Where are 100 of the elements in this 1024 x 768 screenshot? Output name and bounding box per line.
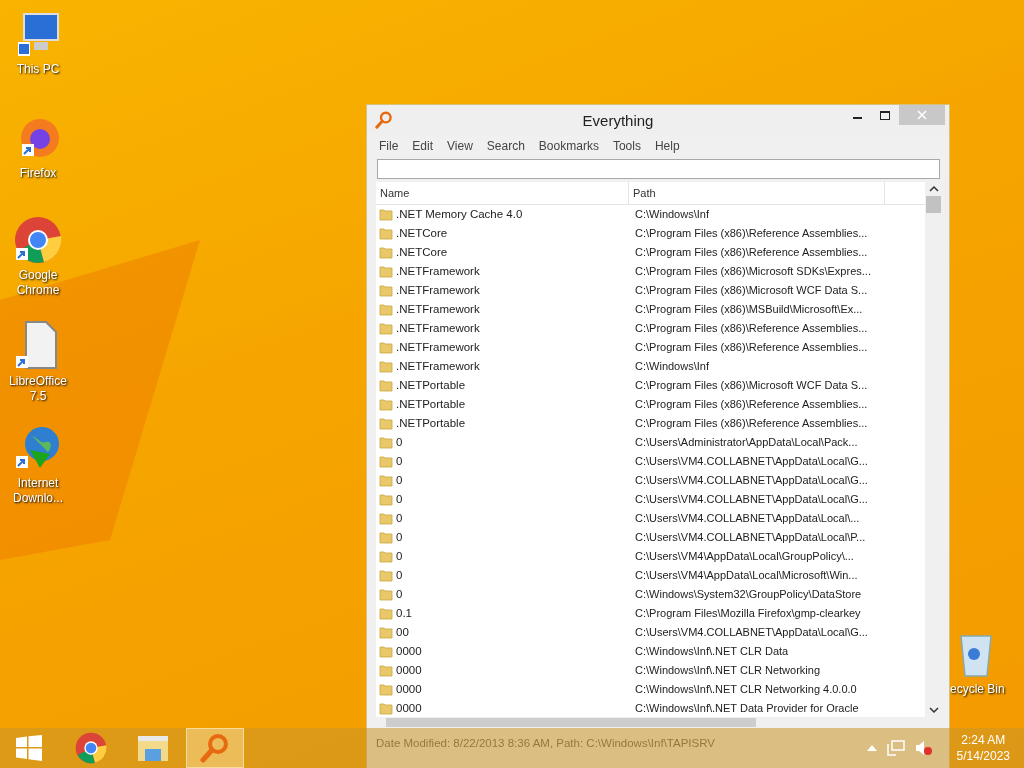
folder-icon — [379, 359, 393, 374]
folder-icon — [379, 321, 393, 336]
table-cell: 0 — [396, 587, 403, 600]
table-cell-text: C:\Program Files (x86)\Reference Assemblies... — [634, 246, 869, 259]
table-cell: 0 — [396, 436, 403, 449]
table-cell-text: C:\Program Files (x86)\MSBuild\Microsoft\Ex... — [634, 303, 864, 316]
scrollbar-thumb[interactable] — [386, 718, 756, 727]
folder-icon — [379, 416, 393, 431]
folder-icon — [379, 283, 393, 298]
table-cell: 0000 — [396, 663, 422, 676]
menu-item[interactable]: Search — [479, 139, 532, 153]
menu-item[interactable]: Bookmarks — [531, 139, 606, 153]
folder-icon — [379, 397, 393, 412]
table-cell-text: C:\Program Files (x86)\Reference Assemblies... — [634, 341, 869, 354]
folder-icon — [379, 511, 393, 525]
folder-icon — [379, 529, 393, 544]
folder-icon — [379, 340, 393, 355]
menu-item[interactable]: Tools — [605, 139, 648, 153]
table-cell-text: C:\Users\VM4.COLLABNET\AppData\Local\G... — [634, 455, 869, 468]
folder-icon — [379, 435, 393, 450]
table-cell: 00 — [396, 625, 409, 638]
table-cell: 0 — [396, 530, 403, 543]
table-cell-text: C:\Users\VM4.COLLABNET\AppData\Local\G... — [634, 493, 869, 505]
table-cell-text: C:\Users\VM4.COLLABNET\AppData\Local\G... — [634, 474, 869, 487]
table-cell-text: C:\Users\VM4\AppData\Local\Microsoft\Win... — [634, 568, 859, 581]
menu-item[interactable]: View — [440, 139, 480, 153]
table-cell: 0000 — [396, 682, 422, 695]
table-cell-text: C:\Program Files\Mozilla Firefox\gmp-clearkey — [634, 606, 862, 619]
table-cell-text: C:\Windows\Inf\.NET CLR Networking 4.0.0.0 — [634, 682, 858, 695]
folder-icon — [379, 662, 393, 677]
folder-icon — [379, 700, 393, 715]
window-title: Everything — [581, 111, 655, 129]
magnifier-icon — [200, 733, 230, 763]
folder-icon — [379, 473, 393, 488]
table-cell: .NETFramework — [396, 360, 480, 373]
table-cell: .NETFramework — [396, 322, 480, 335]
table-cell-text: C:\Windows\Inf — [634, 360, 710, 373]
search-field[interactable] — [377, 159, 940, 179]
table-cell: 0 — [396, 512, 403, 524]
scrollbar-thumb[interactable] — [926, 196, 941, 213]
table-cell-text: C:\Windows\System32\GroupPolicy\DataStore — [634, 587, 863, 600]
column-header[interactable]: Name — [376, 182, 629, 204]
table-cell-text: C:\Program Files (x86)\Reference Assemblies... — [634, 417, 869, 430]
table-cell-text: C:\Users\VM4.COLLABNET\AppData\Local\G... — [634, 625, 869, 638]
table-cell: .NETFramework — [396, 284, 480, 297]
folder-icon — [379, 681, 393, 696]
table-cell-text: C:\Program Files (x86)\Microsoft SDKs\Expres... — [634, 265, 872, 278]
table-cell: 0 — [396, 493, 403, 505]
folder-icon — [379, 624, 393, 639]
table-cell: .NETFramework — [396, 265, 480, 278]
windows-logo-icon — [16, 735, 42, 761]
table-cell: 0000 — [396, 644, 422, 657]
folder-icon — [379, 264, 393, 279]
folder-icon — [379, 226, 393, 241]
menu-item[interactable]: Edit — [405, 139, 441, 153]
folder-icon — [379, 548, 393, 563]
network-icon[interactable] — [886, 740, 905, 756]
column-header[interactable]: Path — [629, 182, 885, 204]
table-cell-text: C:\Windows\Inf\.NET CLR Networking — [634, 663, 822, 676]
folder-icon — [379, 586, 393, 601]
table-cell: 0 — [396, 568, 403, 581]
folder-icon — [379, 378, 393, 393]
table-cell-text: C:\Windows\Inf\.NET Data Provider for Oracle — [634, 701, 860, 714]
table-cell: .NETPortable — [396, 417, 466, 430]
folder-icon — [379, 454, 393, 469]
folder-icon — [379, 492, 393, 506]
recycle-bin-icon — [958, 632, 994, 678]
table-cell-text: C:\Program Files (x86)\Microsoft WCF Data S... — [634, 284, 869, 297]
minimize-icon — [852, 117, 862, 119]
menu-item[interactable]: Help — [647, 139, 687, 153]
table-cell-text: C:\Program Files (x86)\Reference Assemblies... — [634, 322, 869, 335]
table-cell-text: C:\Users\VM4.COLLABNET\AppData\Local\... — [634, 512, 861, 524]
close-icon — [917, 110, 927, 120]
chrome-icon — [75, 732, 107, 764]
maximize-icon — [880, 110, 890, 120]
table-cell: 0 — [396, 455, 403, 468]
chrome-icon — [14, 216, 62, 264]
table-cell-text: C:\Windows\Inf — [634, 208, 710, 221]
table-cell-text: C:\Users\VM4\AppData\Local\GroupPolicy\... — [634, 549, 855, 562]
table-cell: 0.1 — [396, 606, 412, 619]
table-cell: .NETCore — [396, 227, 448, 240]
menu-item[interactable]: File — [372, 139, 406, 153]
table-cell: 0 — [396, 474, 403, 487]
magnifier-icon — [375, 111, 393, 129]
table-cell: .NETCore — [396, 246, 448, 259]
folder-icon — [379, 643, 393, 658]
table-cell: .NETFramework — [396, 341, 480, 354]
table-cell: 0000 — [396, 701, 422, 714]
taskbar-button[interactable] — [186, 728, 244, 768]
table-cell: .NETPortable — [396, 398, 466, 411]
chevron-up-icon[interactable] — [866, 745, 877, 751]
table-cell-text: C:\Windows\Inf\.NET CLR Data — [634, 644, 790, 657]
table-cell: .NETFramework — [396, 303, 480, 316]
table-cell-text: C:\Program Files (x86)\Microsoft WCF Data S... — [634, 379, 869, 392]
table-cell: .NETPortable — [396, 379, 466, 392]
folder-icon — [379, 605, 393, 620]
folder-icon — [379, 567, 393, 582]
speaker-muted-icon[interactable] — [914, 740, 933, 756]
table-cell: .NET Memory Cache 4.0 — [396, 208, 523, 221]
folder-icon — [137, 733, 169, 763]
